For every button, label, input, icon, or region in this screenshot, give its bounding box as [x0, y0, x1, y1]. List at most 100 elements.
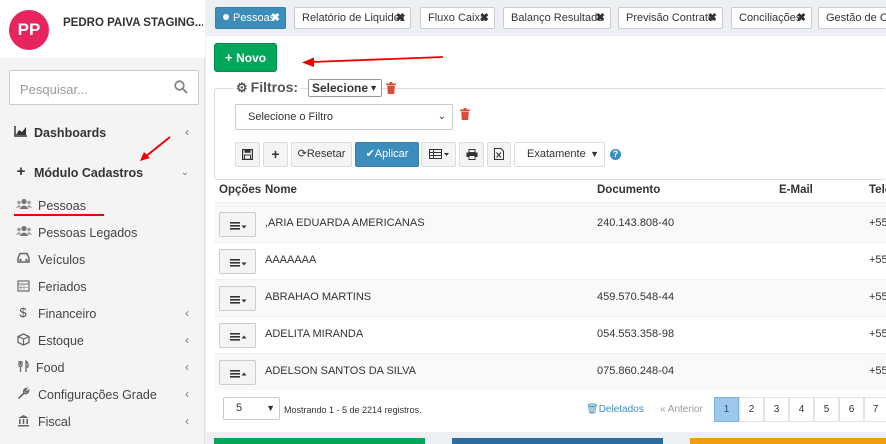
widget-strip-blue [452, 438, 663, 444]
trash-icon[interactable] [386, 82, 396, 94]
page-button[interactable]: 1 [714, 397, 739, 422]
deleted-link[interactable]: 🗑Deletados [586, 404, 644, 415]
bars-menu-icon [230, 222, 247, 230]
sidebar-item-financeiro[interactable]: $ Financeiro ‹ [0, 301, 205, 327]
reset-button[interactable]: ⟳Resetar [291, 142, 352, 167]
sidebar-item-label: Pessoas [38, 199, 86, 213]
tab-previsao-contrato[interactable]: Previsão Contrato ✖ [618, 7, 723, 29]
print-button[interactable] [459, 142, 484, 167]
row-options-button[interactable] [219, 286, 256, 311]
table-row[interactable]: ,ARIA EDUARDA AMERICANAS 240.143.808-40 … [214, 205, 886, 242]
sidebar-item-estoque[interactable]: Estoque ‹ [0, 328, 205, 354]
table-row[interactable]: AAAAAAA +55 [214, 242, 886, 279]
plus-icon: + [271, 146, 280, 162]
chevron-down-icon: ▼ [590, 149, 599, 159]
tab-bar: Pessoas ✖ Relatório de Liquidez ✖ Fluxo Ca… [206, 0, 886, 36]
column-header[interactable]: Documento [597, 184, 660, 196]
tab-balanco-resultado[interactable]: Balanço Resultado ✖ [503, 7, 611, 29]
column-header[interactable]: Opções [219, 184, 261, 196]
row-options-button[interactable] [219, 212, 256, 237]
page-button[interactable]: 7 [864, 397, 886, 422]
deleted-label: Deletados [598, 404, 644, 415]
tab-label: Fluxo Caixa [428, 12, 487, 24]
previous-page-link[interactable]: « Anterior [660, 404, 703, 415]
row-options-button[interactable] [219, 323, 256, 348]
tab-pessoas[interactable]: Pessoas ✖ [215, 7, 286, 29]
export-excel-button[interactable] [487, 142, 511, 167]
close-icon[interactable]: ✖ [596, 8, 605, 28]
bank-icon [16, 414, 30, 428]
table-row[interactable]: ABRAHAO MARTINS 459.570.548-44 +55 [214, 279, 886, 316]
new-button-label: Novo [236, 51, 267, 65]
page-size-select[interactable]: 5 ▼ [223, 397, 280, 420]
filter-select[interactable]: Selecione o Filtro ⌄ [235, 104, 453, 130]
save-button[interactable] [235, 142, 260, 167]
users-icon [16, 198, 32, 212]
chevron-left-icon: ‹ [185, 125, 189, 139]
filters-label: Filtros: [250, 79, 299, 95]
saved-filter-value: Selecione [312, 81, 369, 95]
column-header[interactable]: Tele [869, 184, 886, 196]
table-header: Opções Nome Documento E-Mail Tele [214, 179, 886, 204]
apply-button[interactable]: ✔Aplicar [355, 142, 419, 167]
cell-documento: 459.570.548-44 [597, 291, 675, 303]
annotation-arrow [140, 136, 171, 161]
row-options-button[interactable] [219, 360, 256, 385]
tab-gestao[interactable]: Gestão de Con [818, 7, 886, 29]
sidebar-item-pessoas-legados[interactable]: Pessoas Legados [0, 220, 205, 246]
sidebar-item-food[interactable]: Food ‹ [0, 355, 205, 381]
sidebar-item-label: Food [36, 361, 65, 375]
trash-icon[interactable] [460, 108, 470, 120]
column-header[interactable]: Nome [265, 184, 297, 196]
page-button[interactable]: 2 [739, 397, 764, 422]
tab-label: Balanço Resultado [511, 12, 604, 24]
refresh-icon: ⟳ [297, 148, 307, 160]
tab-relatorio-liquidez[interactable]: Relatório de Liquidez ✖ [294, 7, 411, 29]
close-icon[interactable]: ✖ [708, 8, 717, 28]
sidebar-search [9, 70, 199, 105]
search-icon[interactable] [174, 80, 188, 94]
close-icon[interactable]: ✖ [396, 8, 405, 28]
gear-icon: ⚙ [236, 80, 248, 95]
page-button[interactable]: 6 [839, 397, 864, 422]
sidebar-item-label: Pessoas Legados [38, 226, 138, 240]
page-button[interactable]: 5 [814, 397, 839, 422]
close-icon[interactable]: ✖ [271, 8, 280, 28]
help-icon[interactable]: ? [610, 149, 621, 160]
sidebar-item-label: Configurações Grade [38, 388, 157, 402]
close-icon[interactable]: ✖ [797, 8, 806, 28]
cell-nome: AAAAAAA [265, 254, 317, 266]
tab-label: Conciliações [739, 12, 802, 24]
brand-header: PP PEDRO PAIVA STAGING... [0, 0, 205, 58]
close-icon[interactable]: ✖ [480, 8, 489, 28]
sidebar-item-fiscal[interactable]: Fiscal ‹ [0, 409, 205, 435]
new-button[interactable]: + Novo [214, 43, 277, 72]
car-icon [16, 252, 30, 266]
avatar[interactable]: PP [9, 10, 49, 50]
table-row[interactable]: ADELSON SANTOS DA SILVA 075.860.248-04 +… [214, 353, 886, 390]
page-button[interactable]: 3 [764, 397, 789, 422]
add-button[interactable]: + [263, 142, 288, 167]
saved-filter-select[interactable]: Selecione ▼ [308, 79, 382, 97]
chevron-left-icon: ‹ [185, 306, 189, 320]
page-size-value: 5 [236, 402, 243, 414]
columns-toggle-button[interactable] [421, 142, 456, 167]
content-panel: + Novo ⚙ Filtros: Selecione ▼ Selecione o … [206, 36, 886, 432]
cell-telefone: +55 [869, 217, 886, 229]
tab-conciliacoes[interactable]: Conciliações ✖ [731, 7, 812, 29]
sidebar-item-configuracoes-grade[interactable]: Configurações Grade ‹ [0, 382, 205, 408]
table-row[interactable]: ADELITA MIRANDA 054.553.358-98 +55 [214, 316, 886, 353]
sidebar-item-label: Estoque [38, 334, 84, 348]
sidebar-item-veiculos[interactable]: Veículos [0, 247, 205, 273]
tab-fluxo-caixa[interactable]: Fluxo Caixa ✖ [420, 7, 495, 29]
chevron-down-icon: ⌄ [437, 111, 446, 122]
cell-nome: ADELITA MIRANDA [265, 328, 364, 340]
sidebar: PP PEDRO PAIVA STAGING... Dashboards ‹ +… [0, 0, 205, 444]
column-header[interactable]: E-Mail [779, 184, 813, 196]
sidebar-item-feriados[interactable]: Feriados [0, 274, 205, 300]
search-input[interactable] [20, 80, 170, 98]
row-options-button[interactable] [219, 249, 256, 274]
chevron-down-icon: ▼ [266, 403, 275, 413]
match-mode-select[interactable]: Exatamente ▼ [514, 142, 605, 167]
page-button[interactable]: 4 [789, 397, 814, 422]
